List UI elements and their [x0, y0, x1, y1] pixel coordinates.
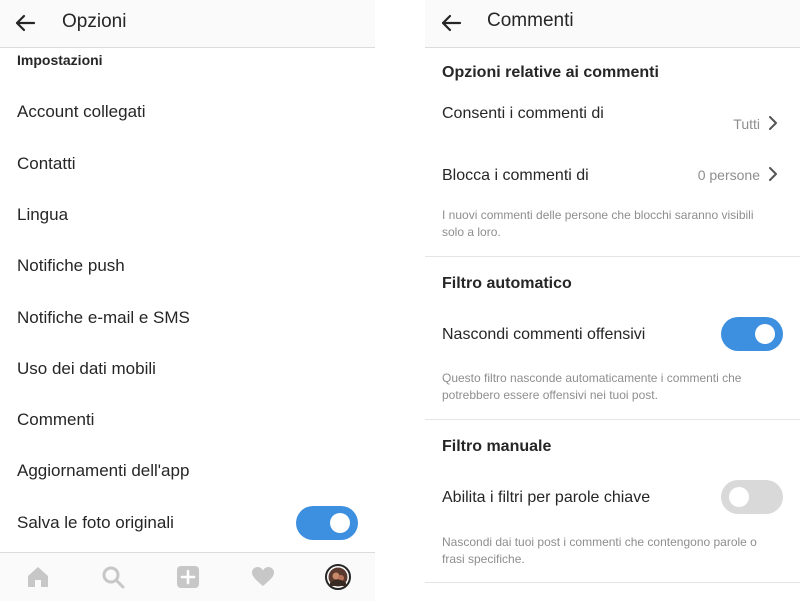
menu-item-push-notifications[interactable]: Notifiche push — [17, 256, 125, 276]
keyword-filters-toggle[interactable] — [721, 480, 783, 514]
menu-item-app-updates[interactable]: Aggiornamenti dell'app — [17, 461, 189, 481]
heart-icon[interactable] — [251, 565, 275, 589]
allow-comments-from-label[interactable]: Consenti i commenti di — [442, 104, 612, 124]
block-comments-from-label[interactable]: Blocca i commenti di — [442, 166, 589, 186]
hide-offensive-comments-label: Nascondi commenti offensivi — [442, 326, 646, 343]
back-arrow-icon[interactable] — [440, 12, 462, 34]
blocked-people-count[interactable]: 0 persone — [698, 167, 760, 183]
screen-gap — [375, 0, 425, 600]
auto-filter-note: Questo filtro nasconde automaticamente i… — [442, 371, 742, 402]
add-icon[interactable] — [176, 565, 200, 589]
options-header: Opzioni — [0, 0, 375, 48]
chevron-right-icon[interactable] — [768, 167, 778, 181]
section-divider — [425, 582, 800, 583]
hide-offensive-comments-toggle[interactable] — [721, 317, 783, 351]
toggle-knob — [755, 324, 775, 344]
section-divider — [425, 256, 800, 257]
manual-filter-heading: Filtro manuale — [442, 438, 552, 455]
menu-item-comments[interactable]: Commenti — [17, 410, 94, 430]
comment-options-heading: Opzioni relative ai commenti — [442, 64, 659, 81]
save-original-photos-toggle[interactable] — [296, 506, 358, 540]
bottom-tab-bar — [0, 552, 375, 601]
section-divider — [425, 419, 800, 420]
page-title: Commenti — [487, 10, 574, 31]
manual-filter-note: Nascondi dai tuoi post i commenti che co… — [442, 535, 757, 566]
chevron-right-icon[interactable] — [768, 116, 778, 130]
profile-avatar-icon[interactable] — [325, 564, 351, 590]
back-arrow-icon[interactable] — [14, 12, 36, 34]
block-comments-note: I nuovi commenti delle persone che blocc… — [442, 208, 754, 239]
toggle-knob — [729, 487, 749, 507]
search-icon[interactable] — [101, 565, 125, 589]
options-screen: Opzioni Impostazioni Account collegati C… — [0, 0, 375, 601]
menu-item-linked-accounts[interactable]: Account collegati — [17, 102, 146, 122]
enable-keyword-filters-label: Abilita i filtri per parole chiave — [442, 489, 651, 506]
menu-item-contacts[interactable]: Contatti — [17, 154, 76, 174]
comments-screen: Commenti Opzioni relative ai commenti Co… — [425, 0, 800, 600]
toggle-knob — [330, 513, 350, 533]
menu-item-mobile-data[interactable]: Uso dei dati mobili — [17, 359, 156, 379]
auto-filter-heading: Filtro automatico — [442, 275, 572, 292]
page-title: Opzioni — [62, 11, 127, 32]
menu-item-email-sms-notifications[interactable]: Notifiche e-mail e SMS — [17, 308, 190, 328]
allow-comments-value[interactable]: Tutti — [733, 116, 760, 132]
menu-item-save-original-photos: Salva le foto originali — [17, 513, 174, 532]
settings-section-heading: Impostazioni — [17, 52, 103, 68]
menu-item-language[interactable]: Lingua — [17, 205, 68, 225]
comments-header: Commenti — [425, 0, 800, 48]
home-icon[interactable] — [26, 565, 50, 589]
